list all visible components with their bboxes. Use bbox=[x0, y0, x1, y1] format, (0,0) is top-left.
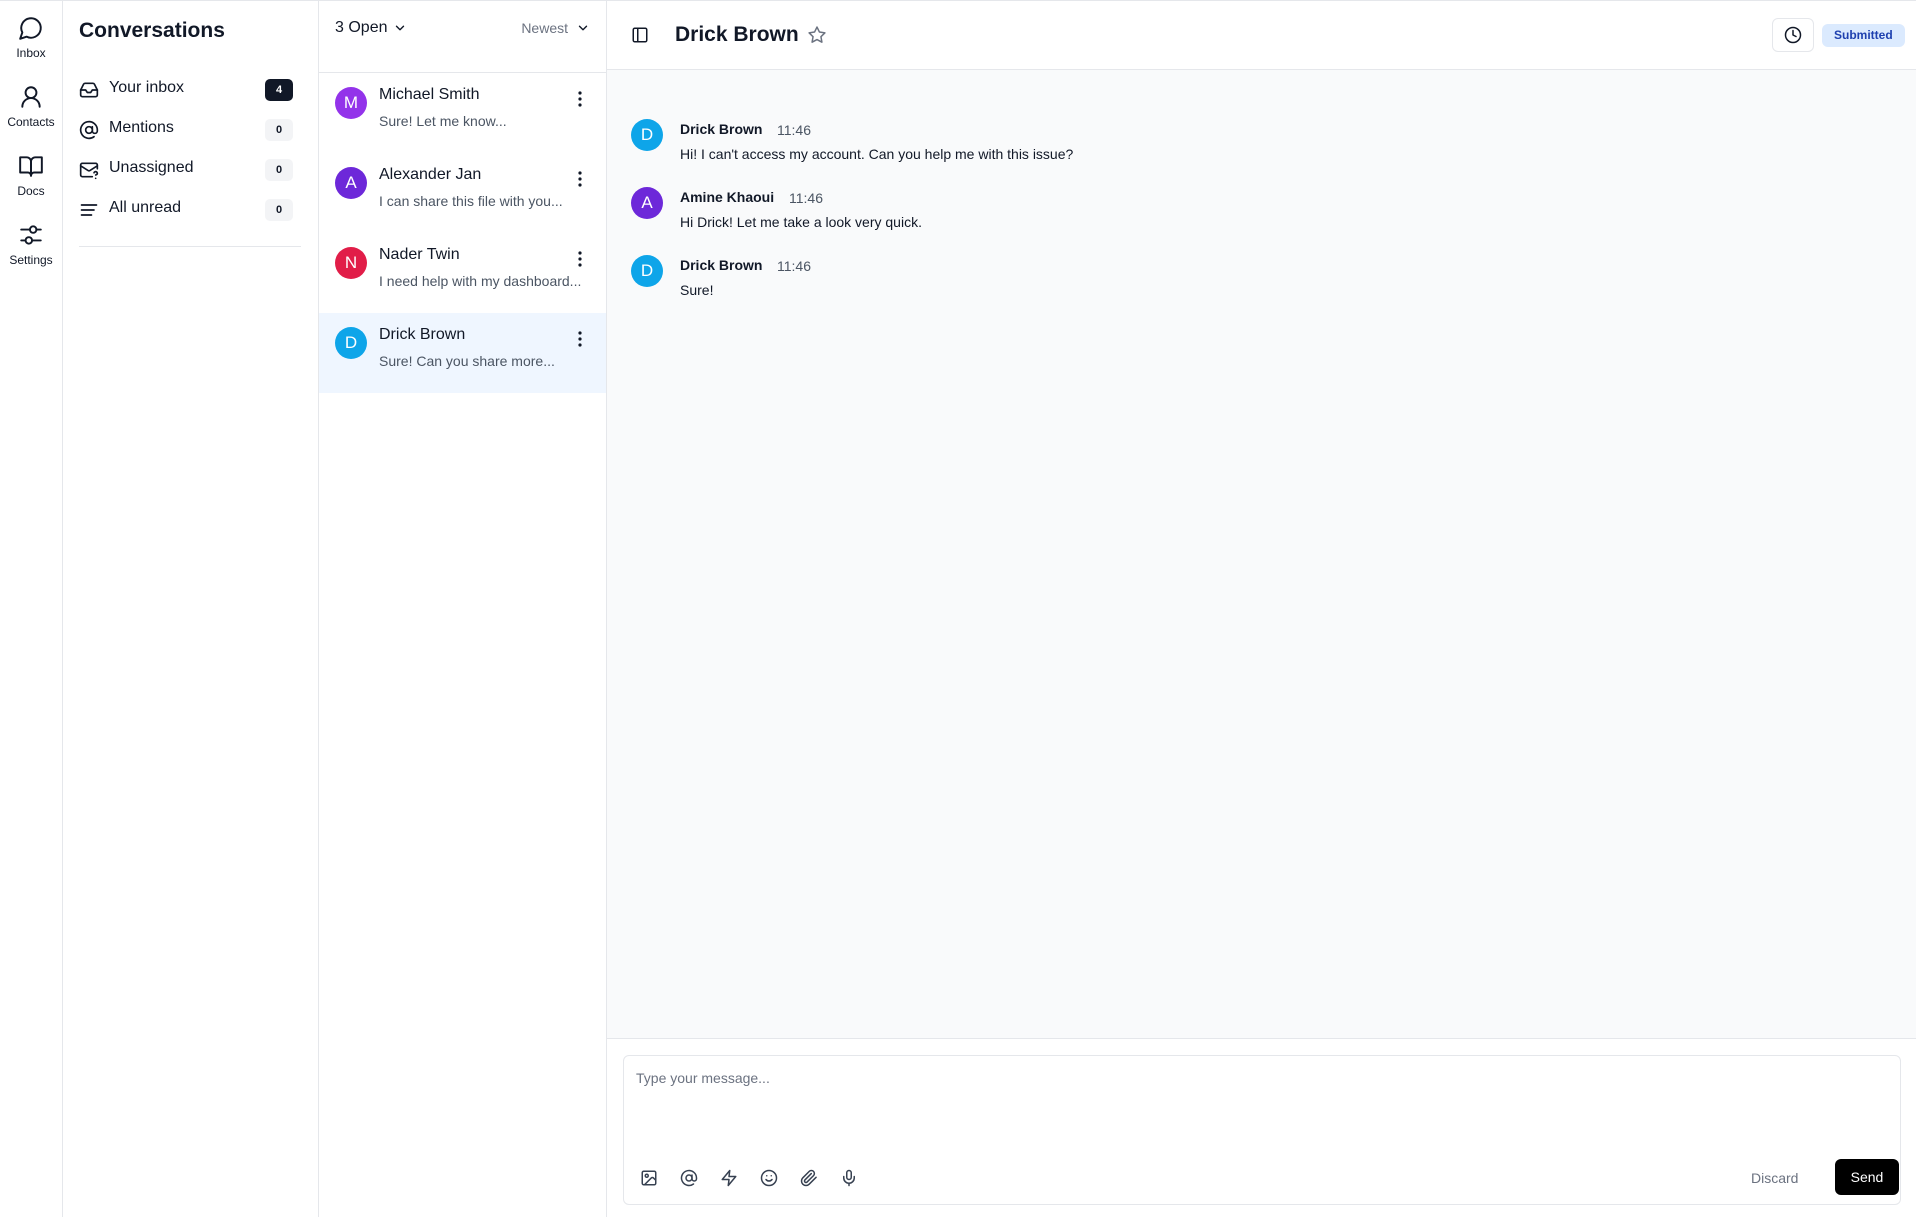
chevron-down-icon bbox=[576, 21, 590, 35]
sort-dropdown[interactable]: Newest bbox=[521, 20, 590, 36]
message: D Drick Brown 11:46 Sure! bbox=[631, 255, 1831, 315]
smile-icon[interactable] bbox=[760, 1169, 780, 1189]
sidebar-title: Conversations bbox=[79, 19, 225, 42]
lines-icon bbox=[79, 200, 99, 220]
rail-label: Docs bbox=[17, 184, 45, 198]
message-input[interactable] bbox=[624, 1056, 1900, 1156]
count-badge: 0 bbox=[265, 119, 293, 141]
rail-item-inbox[interactable]: Inbox bbox=[0, 15, 62, 60]
avatar: N bbox=[335, 247, 367, 279]
status-filter-dropdown[interactable]: 3 Open bbox=[335, 19, 407, 37]
star-icon[interactable] bbox=[807, 25, 827, 45]
rail-label: Settings bbox=[9, 253, 53, 267]
composer: Discard Send bbox=[623, 1055, 1901, 1205]
at-sign-icon[interactable] bbox=[680, 1169, 700, 1189]
message: D Drick Brown 11:46 Hi! I can't access m… bbox=[631, 119, 1831, 179]
at-sign-icon bbox=[79, 120, 99, 140]
clock-icon bbox=[1784, 26, 1802, 44]
conversation-preview: I need help with my dashboard... bbox=[379, 273, 582, 289]
paperclip-icon[interactable] bbox=[800, 1169, 820, 1189]
more-vertical-icon[interactable] bbox=[572, 250, 588, 268]
sidebar-item-label: Unassigned bbox=[109, 159, 194, 176]
sort-label: Newest bbox=[521, 20, 568, 36]
microphone-icon[interactable] bbox=[840, 1169, 860, 1189]
rail-item-docs[interactable]: Docs bbox=[0, 153, 62, 198]
message-time: 11:46 bbox=[777, 258, 811, 274]
conversation-item[interactable]: M Michael Smith Sure! Let me know... bbox=[319, 73, 606, 153]
rail-label: Inbox bbox=[16, 46, 46, 60]
message-author: Drick Brown bbox=[680, 121, 763, 137]
conversation-name: Alexander Jan bbox=[379, 166, 482, 183]
message-author: Drick Brown bbox=[680, 257, 763, 273]
book-icon bbox=[18, 153, 44, 179]
send-button[interactable]: Send bbox=[1835, 1159, 1899, 1195]
rail-item-settings[interactable]: Settings bbox=[0, 222, 62, 267]
rail-item-contacts[interactable]: Contacts bbox=[0, 84, 62, 129]
message-text: Hi Drick! Let me take a look very quick. bbox=[680, 214, 922, 230]
rail-label: Contacts bbox=[7, 115, 55, 129]
status-filter-label: 3 Open bbox=[335, 19, 388, 36]
avatar: A bbox=[631, 187, 663, 219]
sliders-icon bbox=[18, 222, 44, 248]
conversation-name: Drick Brown bbox=[379, 326, 466, 343]
message: A Amine Khaoui 11:46 Hi Drick! Let me ta… bbox=[631, 187, 1831, 247]
chat-title: Drick Brown bbox=[675, 23, 799, 46]
count-badge: 0 bbox=[265, 199, 293, 221]
more-vertical-icon[interactable] bbox=[572, 170, 588, 188]
conversation-name: Nader Twin bbox=[379, 246, 460, 263]
message-author: Amine Khaoui bbox=[680, 189, 775, 205]
conversation-item-active[interactable]: D Drick Brown Sure! Can you share more..… bbox=[319, 313, 606, 393]
avatar: D bbox=[631, 255, 663, 287]
panel-left-icon[interactable] bbox=[631, 26, 649, 44]
status-badge: Submitted bbox=[1822, 24, 1905, 47]
user-icon bbox=[18, 84, 44, 110]
count-badge: 0 bbox=[265, 159, 293, 181]
avatar: A bbox=[335, 167, 367, 199]
image-icon[interactable] bbox=[640, 1169, 660, 1189]
message-time: 11:46 bbox=[789, 190, 823, 206]
lightning-icon[interactable] bbox=[720, 1169, 740, 1189]
conversation-preview: Sure! Let me know... bbox=[379, 113, 507, 129]
chevron-down-icon bbox=[393, 21, 407, 35]
discard-button[interactable]: Discard bbox=[1751, 1170, 1798, 1186]
sidebar-item-label: All unread bbox=[109, 199, 182, 216]
history-button[interactable] bbox=[1772, 18, 1814, 52]
conversation-item[interactable]: N Nader Twin I need help with my dashboa… bbox=[319, 233, 606, 313]
message-thread: D Drick Brown 11:46 Hi! I can't access m… bbox=[607, 70, 1916, 1038]
sidebar-divider bbox=[79, 246, 301, 247]
conversation-preview: Sure! Can you share more... bbox=[379, 353, 555, 369]
avatar: D bbox=[631, 119, 663, 151]
mail-question-icon bbox=[79, 160, 99, 180]
sidebar-item-mentions[interactable]: Mentions 0 bbox=[79, 113, 293, 145]
chat-panel: Drick Brown Submitted D Drick Brown 11:4… bbox=[607, 1, 1916, 1217]
more-vertical-icon[interactable] bbox=[572, 330, 588, 348]
more-vertical-icon[interactable] bbox=[572, 90, 588, 108]
chat-bubble-icon bbox=[18, 15, 44, 41]
sidebar-item-unassigned[interactable]: Unassigned 0 bbox=[79, 153, 293, 185]
conversation-list: 3 Open Newest M Michael Smith Sure! Let … bbox=[319, 1, 607, 1217]
sidebar-item-label: Your inbox bbox=[109, 79, 185, 96]
conversation-item[interactable]: A Alexander Jan I can share this file wi… bbox=[319, 153, 606, 233]
inbox-icon bbox=[79, 80, 99, 100]
icon-rail: Inbox Contacts Docs Settings bbox=[0, 1, 63, 1217]
conversations-sidebar: Conversations Your inbox 4 Mentions 0 Un… bbox=[63, 1, 319, 1217]
conversation-list-header: 3 Open Newest bbox=[319, 1, 606, 73]
app-window: Inbox Contacts Docs Settings Conversatio… bbox=[0, 0, 1916, 1217]
sidebar-item-all-unread[interactable]: All unread 0 bbox=[79, 193, 293, 225]
sidebar-item-label: Mentions bbox=[109, 119, 174, 136]
sidebar-item-your-inbox[interactable]: Your inbox 4 bbox=[79, 73, 293, 105]
message-text: Sure! bbox=[680, 282, 714, 298]
message-time: 11:46 bbox=[777, 122, 811, 138]
conversation-name: Michael Smith bbox=[379, 86, 480, 103]
message-text: Hi! I can't access my account. Can you h… bbox=[680, 146, 1074, 162]
avatar: M bbox=[335, 87, 367, 119]
chat-header: Drick Brown Submitted bbox=[607, 1, 1916, 70]
count-badge: 4 bbox=[265, 79, 293, 101]
avatar: D bbox=[335, 327, 367, 359]
composer-area: Discard Send bbox=[607, 1038, 1916, 1217]
conversation-preview: I can share this file with you... bbox=[379, 193, 563, 209]
